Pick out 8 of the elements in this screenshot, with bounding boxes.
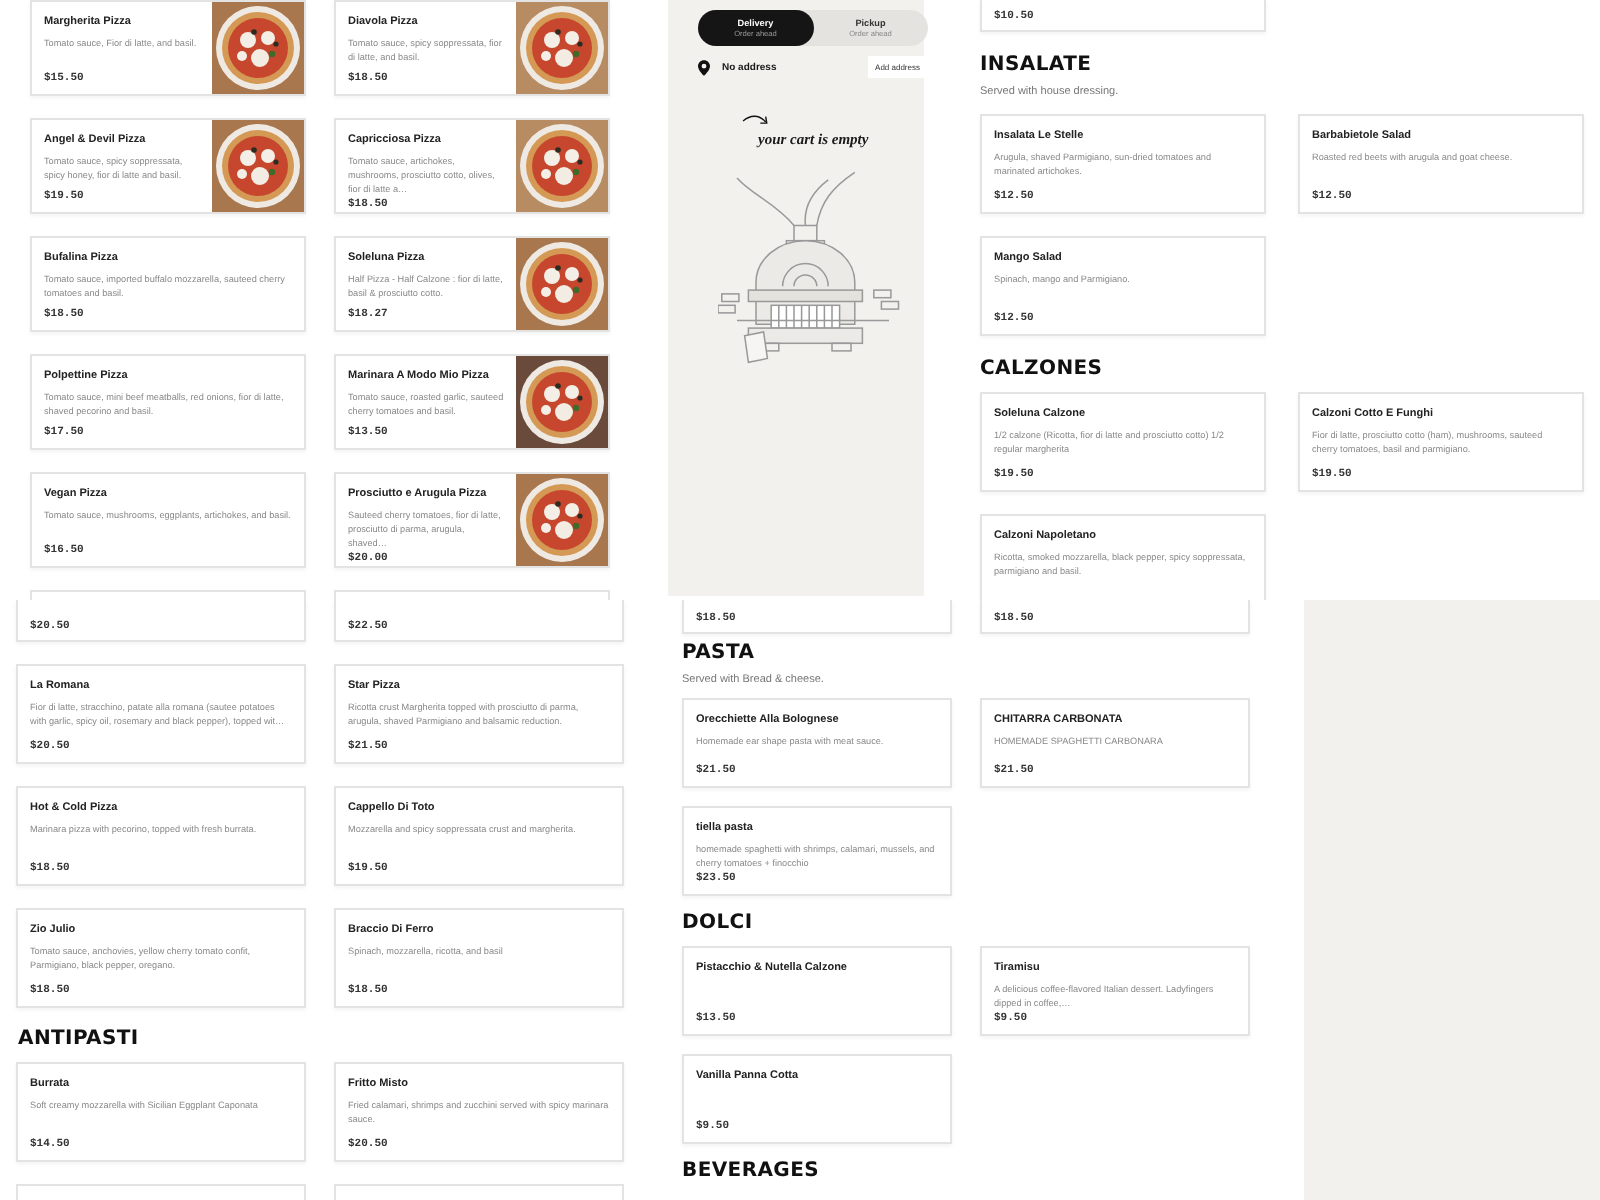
section-heading: ANTIPASTI bbox=[18, 1028, 141, 1050]
section-heading: CALZONES bbox=[980, 358, 1105, 380]
location-pin-icon bbox=[698, 59, 710, 75]
section-heading: DOLCI bbox=[682, 912, 755, 934]
section-heading: BEVERAGES bbox=[682, 1160, 822, 1182]
arrow-icon bbox=[742, 114, 770, 128]
section-heading: PASTA bbox=[682, 642, 757, 664]
section-heading: INSALATE bbox=[980, 54, 1094, 76]
